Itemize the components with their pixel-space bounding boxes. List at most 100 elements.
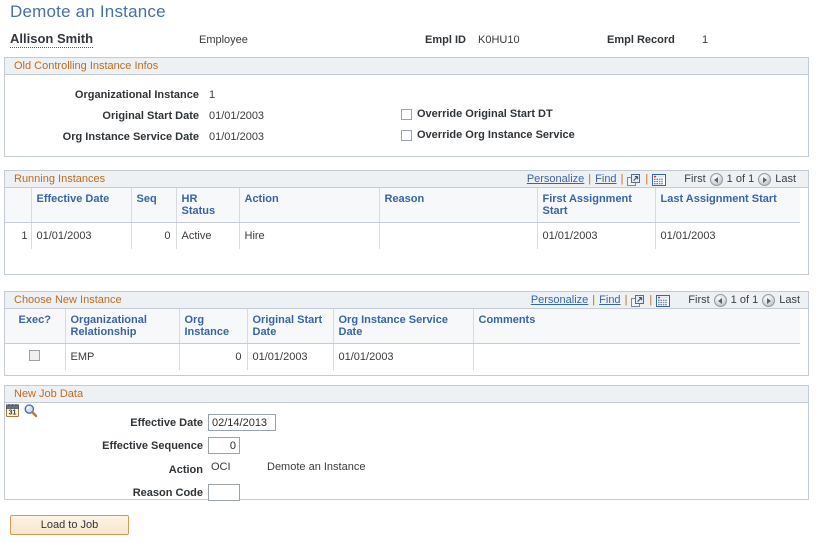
override-org-instance-service-label: Override Org Instance Service bbox=[417, 129, 575, 141]
cell-seq: 0 bbox=[131, 222, 177, 249]
column-header-action[interactable]: Action bbox=[239, 188, 380, 223]
toolbar-separator: | bbox=[624, 294, 628, 306]
action-label: Action bbox=[168, 464, 203, 476]
pager-next-icon[interactable] bbox=[762, 294, 776, 307]
cell-organizational-relationship: EMP bbox=[65, 343, 180, 370]
cell-reason bbox=[379, 222, 538, 249]
column-header-reason[interactable]: Reason bbox=[379, 188, 538, 223]
choose-new-instance-table: Exec? Organizational Relationship Org In… bbox=[5, 309, 800, 370]
override-original-start-dt-checkbox[interactable] bbox=[401, 108, 412, 120]
pager-next-icon[interactable] bbox=[758, 173, 772, 186]
toolbar-separator: | bbox=[592, 294, 596, 306]
new-job-data-header: New Job Data bbox=[5, 386, 808, 403]
employee-role-label: Employee bbox=[199, 34, 248, 46]
exec-checkbox[interactable] bbox=[29, 349, 41, 361]
toolbar-separator: | bbox=[588, 173, 592, 185]
personalize-link[interactable]: Personalize bbox=[531, 292, 588, 309]
effective-date-label: Effective Date bbox=[130, 417, 203, 429]
toolbar-separator: | bbox=[645, 173, 649, 185]
original-start-date-value: 01/01/2003 bbox=[209, 110, 265, 122]
running-instances-table: Effective Date Seq HR Status Action Reas… bbox=[5, 188, 800, 249]
find-link[interactable]: Find bbox=[595, 171, 616, 188]
action-description-value: Demote an Instance bbox=[267, 461, 366, 473]
org-instance-service-date-label: Org Instance Service Date bbox=[62, 131, 199, 143]
override-org-instance-service-row[interactable]: Override Org Instance Service bbox=[401, 129, 575, 141]
cell-original-start-date: 01/01/2003 bbox=[247, 343, 334, 370]
column-header-effective-date[interactable]: Effective Date bbox=[31, 188, 132, 223]
column-header-seq[interactable]: Seq bbox=[131, 188, 177, 223]
pager-indicator: 1 of 1 bbox=[726, 173, 755, 185]
pager-last-link[interactable]: Last bbox=[779, 292, 800, 309]
running-instances-header: Running Instances Personalize | Find | | bbox=[5, 171, 808, 188]
find-link[interactable]: Find bbox=[599, 292, 620, 309]
export-to-excel-icon[interactable] bbox=[631, 294, 645, 308]
cell-last-assignment-start: 01/01/2003 bbox=[655, 222, 800, 249]
pager-indicator: 1 of 1 bbox=[730, 294, 759, 306]
override-original-start-dt-label: Override Original Start DT bbox=[417, 108, 553, 120]
cell-first-assignment-start: 01/01/2003 bbox=[537, 222, 656, 249]
pager-first-link[interactable]: First bbox=[688, 292, 709, 309]
pager-first-link[interactable]: First bbox=[684, 171, 705, 188]
empl-id-value: K0HU10 bbox=[478, 34, 520, 46]
pager-last-link[interactable]: Last bbox=[775, 171, 796, 188]
employee-name-link[interactable]: Allison Smith bbox=[10, 31, 94, 48]
svg-text:31: 31 bbox=[9, 410, 17, 417]
original-start-date-label: Original Start Date bbox=[102, 110, 199, 122]
table-row: EMP 0 01/01/2003 01/01/2003 bbox=[5, 343, 800, 370]
cell-hr-status: Active bbox=[176, 222, 240, 249]
empl-record-value: 1 bbox=[702, 34, 709, 46]
override-original-start-dt-row[interactable]: Override Original Start DT bbox=[401, 108, 553, 120]
view-grid-icon[interactable] bbox=[652, 173, 667, 187]
table-row: 1 01/01/2003 0 Active Hire 01/01/2003 01… bbox=[5, 222, 800, 249]
cell-effective-date: 01/01/2003 bbox=[31, 222, 132, 249]
view-grid-icon[interactable] bbox=[656, 294, 671, 308]
running-instances-panel: Running Instances Personalize | Find | | bbox=[4, 170, 809, 275]
column-header-exec[interactable]: Exec? bbox=[5, 309, 66, 344]
column-header-original-start-date[interactable]: Original Start Date bbox=[247, 309, 334, 344]
toolbar-separator: | bbox=[620, 173, 624, 185]
org-instance-service-date-value: 01/01/2003 bbox=[209, 131, 265, 143]
row-number-header bbox=[5, 188, 32, 223]
effective-date-input[interactable] bbox=[208, 414, 276, 431]
cell-action: Hire bbox=[239, 222, 380, 249]
empl-record-label: Empl Record bbox=[607, 34, 675, 46]
running-instances-header-label: Running Instances bbox=[14, 173, 106, 185]
cell-org-instance-service-date: 01/01/2003 bbox=[333, 343, 474, 370]
choose-new-instance-pager: First 1 of 1 Last bbox=[688, 292, 800, 309]
pager-previous-icon[interactable] bbox=[713, 294, 727, 307]
organizational-instance-value: 1 bbox=[209, 89, 216, 101]
pager-previous-icon[interactable] bbox=[709, 173, 723, 186]
column-header-first-assignment-start[interactable]: First Assignment Start bbox=[537, 188, 656, 223]
old-controlling-instance-header: Old Controlling Instance Infos bbox=[5, 58, 808, 75]
export-to-excel-icon[interactable] bbox=[627, 173, 641, 187]
calendar-icon[interactable]: 31 bbox=[5, 403, 20, 418]
column-header-org-instance-service-date[interactable]: Org Instance Service Date bbox=[333, 309, 474, 344]
page-title: Demote an Instance bbox=[10, 2, 166, 21]
table-header-row: Effective Date Seq HR Status Action Reas… bbox=[5, 188, 800, 223]
column-header-organizational-relationship[interactable]: Organizational Relationship bbox=[65, 309, 180, 344]
choose-new-instance-header-label: Choose New Instance bbox=[14, 294, 122, 306]
running-instances-toolbar: Personalize | Find | | First 1 of 1 Last bbox=[527, 171, 796, 188]
cell-comments bbox=[473, 343, 800, 370]
override-org-instance-service-checkbox[interactable] bbox=[401, 129, 412, 141]
toolbar-separator: | bbox=[649, 294, 653, 306]
effective-sequence-input[interactable] bbox=[208, 437, 240, 454]
action-code-value: OCI bbox=[211, 461, 231, 473]
cell-exec-checkbox[interactable] bbox=[5, 343, 66, 370]
personalize-link[interactable]: Personalize bbox=[527, 171, 584, 188]
lookup-magnifier-icon[interactable] bbox=[23, 403, 38, 418]
column-header-last-assignment-start[interactable]: Last Assignment Start bbox=[655, 188, 800, 223]
choose-new-instance-toolbar: Personalize | Find | | First 1 of 1 Last bbox=[531, 292, 800, 309]
load-to-job-button[interactable]: Load to Job bbox=[10, 515, 129, 535]
table-header-row: Exec? Organizational Relationship Org In… bbox=[5, 309, 800, 344]
column-header-org-instance[interactable]: Org Instance bbox=[179, 309, 248, 344]
column-header-comments[interactable]: Comments bbox=[473, 309, 800, 344]
cell-org-instance: 0 bbox=[179, 343, 248, 370]
organizational-instance-label: Organizational Instance bbox=[74, 89, 199, 101]
effective-sequence-label: Effective Sequence bbox=[102, 440, 203, 452]
empl-id-label: Empl ID bbox=[425, 34, 466, 46]
choose-new-instance-header: Choose New Instance Personalize | Find |… bbox=[5, 292, 808, 309]
reason-code-input[interactable] bbox=[208, 484, 240, 501]
column-header-hr-status[interactable]: HR Status bbox=[176, 188, 240, 223]
running-instances-pager: First 1 of 1 Last bbox=[684, 171, 796, 188]
